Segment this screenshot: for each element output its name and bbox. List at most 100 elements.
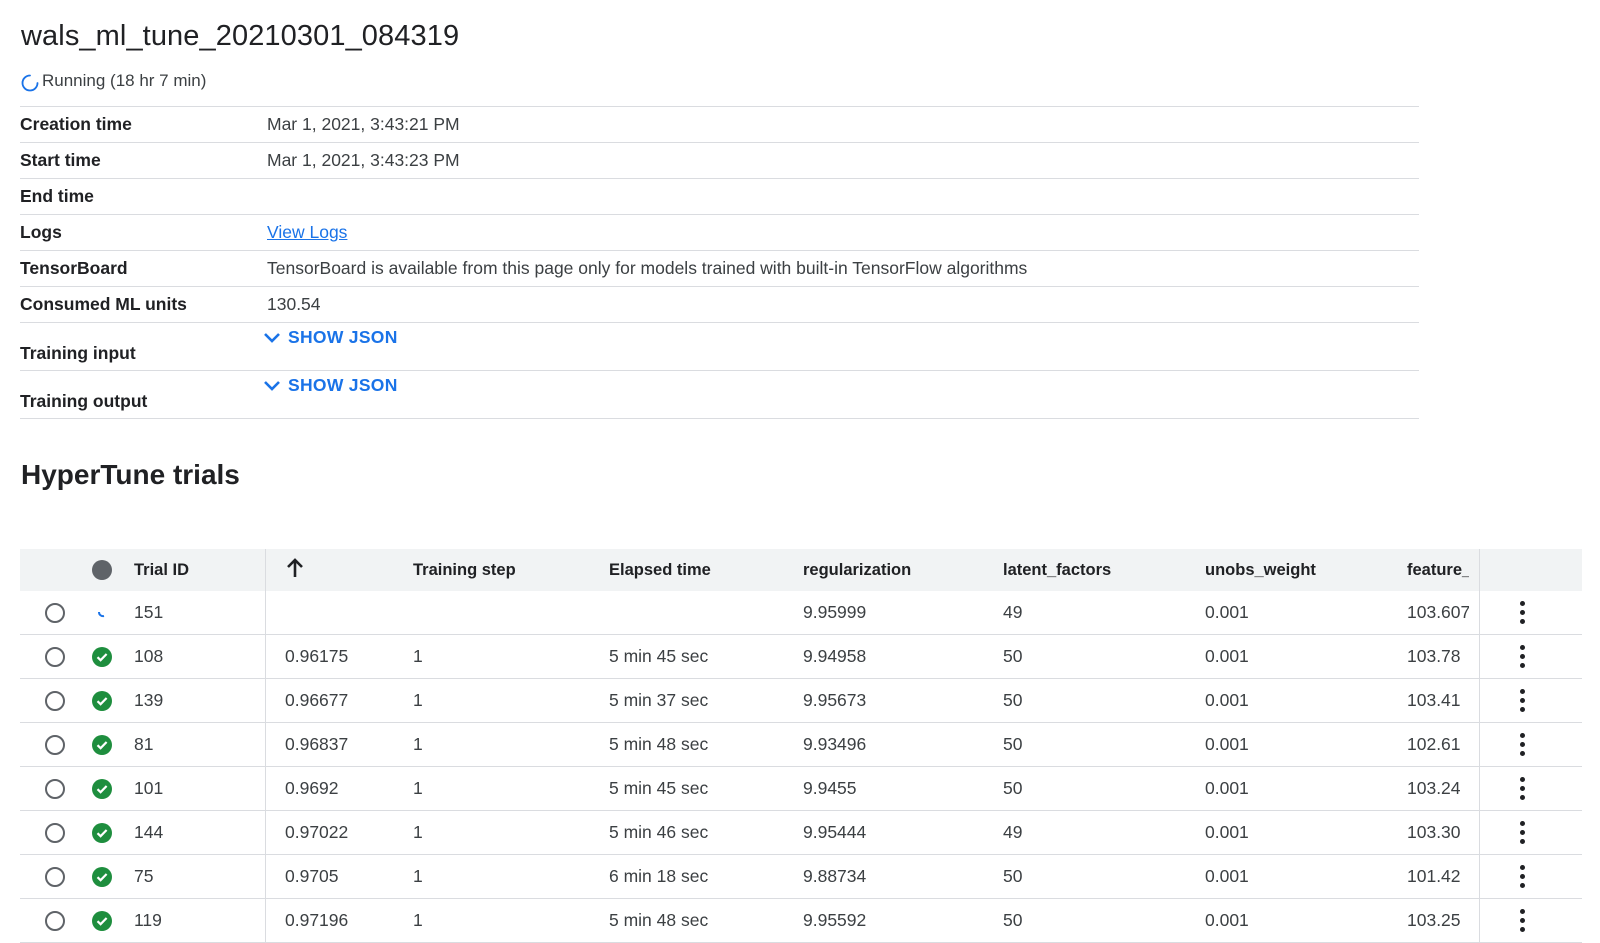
cell-regularization: 9.94958 [803,646,867,666]
table-row[interactable]: 151 9.95999 49 0.001 103.607 [20,591,1582,635]
table-row[interactable]: 75 0.9705 1 6 min 18 sec 9.88734 50 0.001 101.4… [20,855,1582,899]
chevron-down-icon [264,380,280,391]
column-divider [1479,549,1480,943]
cell-training-step: 1 [413,646,423,666]
row-select-radio[interactable] [45,690,65,711]
cell-training-step: 1 [413,778,423,798]
cell-feature: 103.25 [1407,910,1461,930]
cell-elapsed-time: 6 min 18 sec [609,866,709,886]
cell-feature: 103.78 [1407,646,1461,666]
spinner-icon [98,611,105,617]
detail-row-logs: Logs View Logs [20,214,1419,250]
table-row[interactable]: 81 0.96837 1 5 min 48 sec 9.93496 50 0.001 102.… [20,723,1582,767]
detail-value: Mar 1, 2021, 3:43:23 PM [267,150,460,170]
detail-label: Consumed ML units [20,294,187,314]
col-header-metric-sort[interactable] [259,557,413,584]
table-row[interactable]: 144 0.97022 1 5 min 46 sec 9.95444 49 0.001 103… [20,811,1582,855]
detail-row-consumed-ml-units: Consumed ML units 130.54 [20,286,1419,322]
more-vert-icon[interactable] [1519,601,1525,624]
check-circle-icon [92,690,112,711]
job-status: Running (18 hr 7 min) [20,69,206,93]
col-header-training-step[interactable]: Training step [413,561,609,580]
cell-unobs-weight: 0.001 [1205,690,1249,710]
more-vert-icon[interactable] [1519,733,1525,756]
cell-regularization: 9.93496 [803,734,867,754]
cell-regularization: 9.95592 [803,910,867,930]
cell-trial-id: 144 [134,822,164,842]
cell-trial-id: 101 [134,778,164,798]
cell-feature: 103.30 [1407,822,1461,842]
trial-status [90,778,114,799]
check-circle-icon [92,734,112,755]
detail-label: Start time [20,150,101,170]
cell-latent-factors: 49 [1003,822,1023,842]
trial-status [90,690,114,711]
col-header-unobs-weight[interactable]: unobs_weight [1205,561,1407,580]
more-vert-icon[interactable] [1519,821,1525,844]
detail-row-start-time: Start time Mar 1, 2021, 3:43:23 PM [20,142,1419,178]
detail-label: Training input [20,343,136,363]
cell-regularization: 9.88734 [803,866,867,886]
check-circle-icon [92,646,112,667]
col-header-feature[interactable]: feature_ [1407,561,1469,580]
show-json-label: SHOW JSON [288,327,398,347]
show-json-input-button[interactable]: SHOW JSON [263,327,398,348]
check-circle-icon [92,778,112,799]
job-details: Creation time Mar 1, 2021, 3:43:21 PM St… [20,106,1419,419]
table-row[interactable]: 119 0.97196 1 5 min 48 sec 9.95592 50 0.001 103… [20,899,1582,943]
cell-trial-id: 108 [134,646,164,666]
cell-trial-id: 75 [134,866,154,886]
detail-label: Creation time [20,114,132,134]
cell-regularization: 9.95444 [803,822,867,842]
detail-row-end-time: End time [20,178,1419,214]
cell-metric: 0.96837 [285,734,349,754]
cell-metric: 0.97022 [285,822,349,842]
col-header-elapsed-time[interactable]: Elapsed time [609,561,803,580]
row-select-radio[interactable] [45,734,65,755]
cell-training-step: 1 [413,822,423,842]
cell-training-step: 1 [413,866,423,886]
more-vert-icon[interactable] [1519,865,1525,888]
detail-label: End time [20,186,94,206]
col-header-trial-id[interactable]: Trial ID [134,561,259,580]
table-row[interactable]: 108 0.96175 1 5 min 45 sec 9.94958 50 0.001 103… [20,635,1582,679]
cell-latent-factors: 50 [1003,778,1023,798]
detail-label: TensorBoard [20,258,128,278]
row-select-radio[interactable] [45,866,65,887]
cell-regularization: 9.95673 [803,690,867,710]
row-select-radio[interactable] [45,602,65,623]
cell-feature: 103.24 [1407,778,1461,798]
cell-unobs-weight: 0.001 [1205,866,1249,886]
show-json-output-button[interactable]: SHOW JSON [263,375,398,396]
cell-regularization: 9.9455 [803,778,857,798]
row-select-radio[interactable] [45,778,65,799]
trial-status [90,646,114,667]
detail-row-training-output: Training output SHOW JSON [20,370,1419,419]
more-vert-icon[interactable] [1519,777,1525,800]
cell-latent-factors: 50 [1003,910,1023,930]
cell-metric: 0.96175 [285,646,349,666]
col-header-latent-factors[interactable]: latent_factors [1003,561,1205,580]
cell-unobs-weight: 0.001 [1205,822,1249,842]
more-vert-icon[interactable] [1519,909,1525,932]
cell-unobs-weight: 0.001 [1205,910,1249,930]
row-select-radio[interactable] [45,822,65,843]
row-select-radio[interactable] [45,646,65,667]
more-vert-icon[interactable] [1519,645,1525,668]
cell-metric: 0.97196 [285,910,349,930]
trial-status [90,866,114,887]
view-logs-link[interactable]: View Logs [267,222,347,243]
row-select-radio[interactable] [45,910,65,931]
table-row[interactable]: 139 0.96677 1 5 min 37 sec 9.95673 50 0.001 103… [20,679,1582,723]
cell-feature: 103.607 [1407,602,1469,622]
cell-elapsed-time: 5 min 37 sec [609,690,709,710]
cell-metric: 0.9705 [285,866,339,886]
cell-latent-factors: 50 [1003,690,1023,710]
cell-training-step: 1 [413,910,423,930]
cell-metric: 0.9692 [285,778,339,798]
table-row[interactable]: 101 0.9692 1 5 min 45 sec 9.9455 50 0.001 103.2… [20,767,1582,811]
col-header-regularization[interactable]: regularization [803,561,1003,580]
check-circle-icon [92,910,112,931]
cell-elapsed-time: 5 min 46 sec [609,822,709,842]
more-vert-icon[interactable] [1519,689,1525,712]
